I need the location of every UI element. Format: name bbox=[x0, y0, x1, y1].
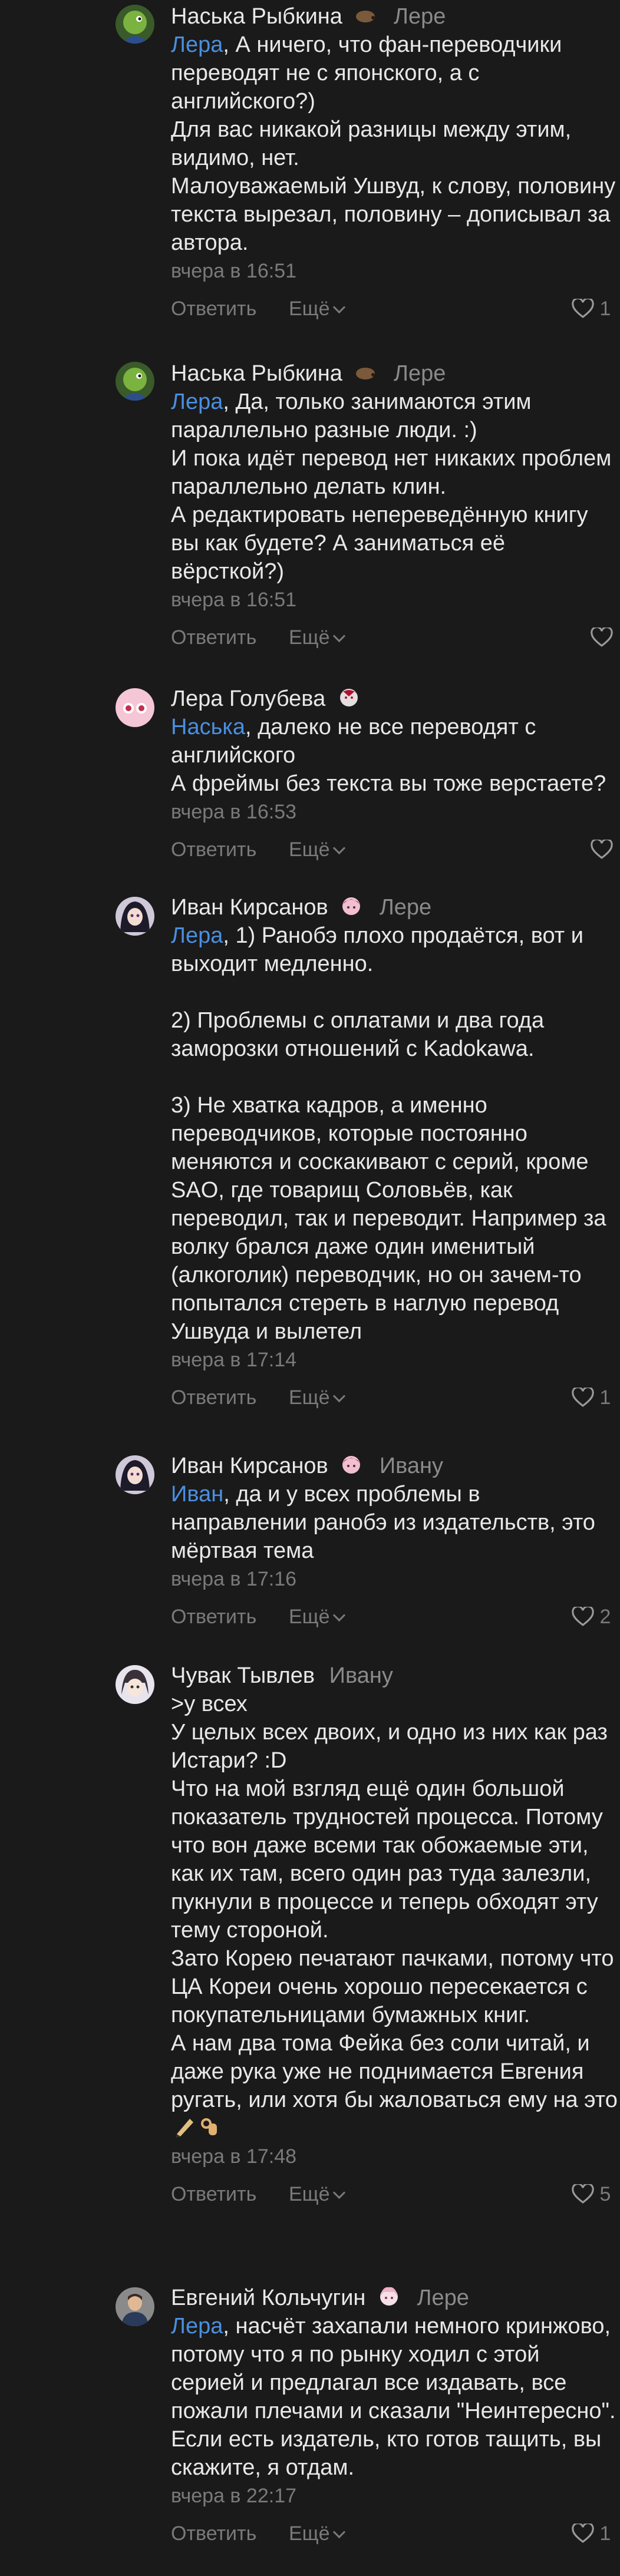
heart-icon bbox=[572, 297, 594, 318]
anime-sticker-icon bbox=[340, 1453, 362, 1475]
timestamp[interactable]: вчера в 17:48 bbox=[171, 2144, 619, 2169]
more-button[interactable]: Ещё bbox=[289, 621, 345, 654]
more-button[interactable]: Ещё bbox=[289, 292, 345, 325]
timestamp[interactable]: вчера в 16:53 bbox=[171, 799, 619, 825]
chevron-down-icon bbox=[332, 2186, 345, 2199]
avatar[interactable] bbox=[116, 5, 154, 44]
like-button[interactable] bbox=[591, 621, 613, 654]
comment-text: Наська, далеко не все переводят с англий… bbox=[171, 715, 606, 796]
anime-girl-icon bbox=[378, 2285, 400, 2307]
reply-button[interactable]: Ответить bbox=[171, 2517, 256, 2550]
reply-button[interactable]: Ответить bbox=[171, 2178, 256, 2211]
like-button[interactable]: 1 bbox=[572, 292, 611, 325]
chevron-down-icon bbox=[332, 1389, 345, 1403]
reply-button[interactable]: Ответить bbox=[171, 621, 256, 654]
heart-icon bbox=[591, 838, 613, 859]
avatar[interactable] bbox=[116, 362, 154, 401]
pencil-icon bbox=[173, 2115, 196, 2138]
like-count: 1 bbox=[599, 2522, 611, 2545]
author-name[interactable]: Иван Кирсанов bbox=[171, 1454, 328, 1478]
mention-link[interactable]: Лера bbox=[171, 2314, 223, 2339]
chevron-down-icon bbox=[332, 1609, 345, 1622]
heart-icon bbox=[572, 2522, 594, 2543]
heart-icon bbox=[572, 1605, 594, 1626]
heart-icon bbox=[572, 1386, 594, 1407]
chevron-down-icon bbox=[332, 841, 345, 855]
comment-text: Лера, 1) Ранобэ плохо продаётся, вот и в… bbox=[171, 923, 606, 1344]
avatar[interactable] bbox=[116, 1665, 154, 1704]
author-name[interactable]: Наська Рыбкина bbox=[171, 4, 342, 29]
more-button[interactable]: Ещё bbox=[289, 833, 345, 866]
hedgehog-icon bbox=[354, 361, 377, 383]
comment-text: Лера, А ничего, что фан-переводчики пере… bbox=[171, 32, 616, 255]
more-button[interactable]: Ещё bbox=[289, 1381, 345, 1414]
mention-link[interactable]: Лера bbox=[171, 923, 223, 948]
reply-to[interactable]: Ивану bbox=[380, 1454, 443, 1478]
timestamp[interactable]: вчера в 17:14 bbox=[171, 1347, 619, 1373]
like-button[interactable]: 1 bbox=[572, 2517, 611, 2550]
anime-sticker-icon bbox=[340, 894, 362, 917]
more-button[interactable]: Ещё bbox=[289, 1600, 345, 1633]
reply-button[interactable]: Ответить bbox=[171, 292, 256, 325]
reply-to[interactable]: Лере bbox=[394, 4, 446, 29]
like-button[interactable]: 1 bbox=[572, 1381, 611, 1414]
like-count: 5 bbox=[599, 2183, 611, 2205]
author-name[interactable]: Наська Рыбкина bbox=[171, 361, 342, 386]
author-name[interactable]: Иван Кирсанов bbox=[171, 895, 328, 920]
mention-link[interactable]: Наська bbox=[171, 715, 245, 739]
comment-text: Лера, Да, только занимаются этим паралле… bbox=[171, 389, 612, 584]
reply-to[interactable]: Лере bbox=[417, 2286, 469, 2310]
reply-button[interactable]: Ответить bbox=[171, 1381, 256, 1414]
timestamp[interactable]: вчера в 16:51 bbox=[171, 587, 619, 613]
comment-text: >у всех У целых всех двоих, и одно из ни… bbox=[171, 1690, 619, 2142]
like-count: 1 bbox=[599, 298, 611, 320]
avatar[interactable] bbox=[116, 897, 154, 936]
hedgehog-icon bbox=[354, 4, 377, 26]
avatar[interactable] bbox=[116, 2287, 154, 2326]
comment-text: Лера, насчёт захапали немного кринжово, … bbox=[171, 2314, 616, 2480]
reply-to[interactable]: Ивану bbox=[329, 1663, 393, 1688]
like-button[interactable] bbox=[591, 833, 613, 866]
chevron-down-icon bbox=[332, 629, 345, 643]
timestamp[interactable]: вчера в 17:16 bbox=[171, 1566, 619, 1592]
chevron-down-icon bbox=[332, 300, 345, 314]
like-button[interactable]: 5 bbox=[572, 2178, 611, 2211]
more-button[interactable]: Ещё bbox=[289, 2517, 345, 2550]
timestamp[interactable]: вчера в 16:51 bbox=[171, 258, 619, 284]
author-name[interactable]: Чувак Тывлев bbox=[171, 1663, 315, 1688]
like-count: 1 bbox=[599, 1386, 611, 1409]
comment-text: Иван, да и у всех проблемы в направлении… bbox=[171, 1482, 595, 1563]
reply-to[interactable]: Лере bbox=[394, 361, 446, 386]
heart-icon bbox=[572, 2182, 594, 2204]
reply-button[interactable]: Ответить bbox=[171, 1600, 256, 1633]
heart-icon bbox=[591, 626, 613, 647]
like-count: 2 bbox=[599, 1606, 611, 1628]
ok-hand-icon bbox=[198, 2115, 220, 2138]
more-button[interactable]: Ещё bbox=[289, 2178, 345, 2211]
vampire-icon bbox=[338, 686, 360, 708]
reply-button[interactable]: Ответить bbox=[171, 833, 256, 866]
avatar[interactable] bbox=[116, 688, 154, 727]
mention-link[interactable]: Иван bbox=[171, 1482, 223, 1507]
author-name[interactable]: Лера Голубева bbox=[171, 686, 325, 711]
reply-to[interactable]: Лере bbox=[380, 895, 431, 920]
mention-link[interactable]: Лера bbox=[171, 32, 223, 57]
timestamp[interactable]: вчера в 22:17 bbox=[171, 2483, 619, 2509]
like-button[interactable]: 2 bbox=[572, 1600, 611, 1633]
author-name[interactable]: Евгений Кольчугин bbox=[171, 2286, 365, 2310]
avatar[interactable] bbox=[116, 1455, 154, 1494]
chevron-down-icon bbox=[332, 2525, 345, 2539]
mention-link[interactable]: Лера bbox=[171, 389, 223, 414]
